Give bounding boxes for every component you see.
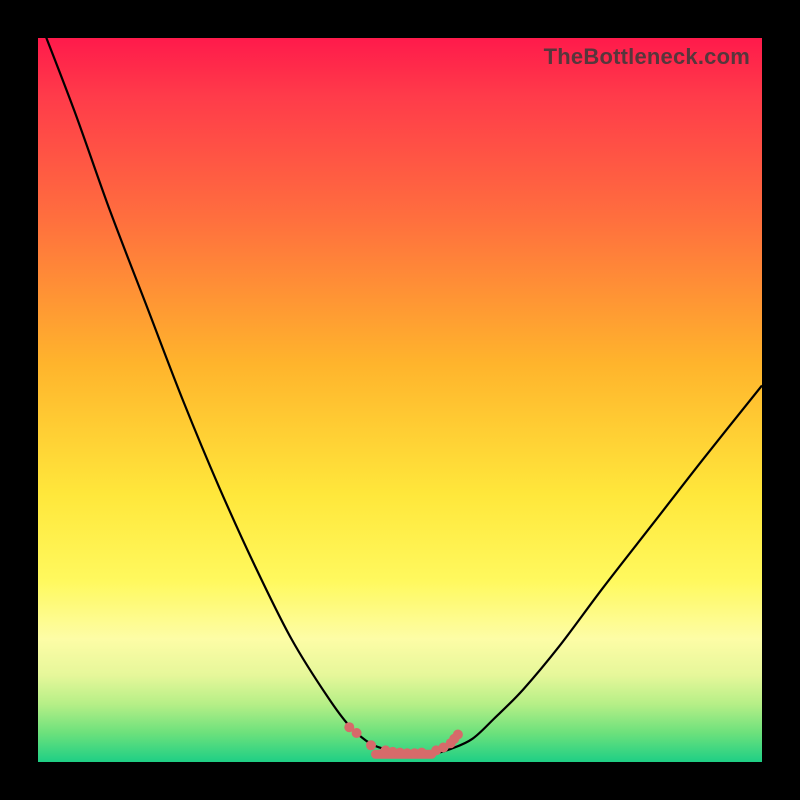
marker-dot xyxy=(453,730,463,740)
marker-dot xyxy=(366,740,376,750)
marker-dot xyxy=(352,728,362,738)
plot-area: TheBottleneck.com xyxy=(38,38,762,762)
optimal-range-markers xyxy=(344,722,463,759)
marker-dot xyxy=(417,748,427,758)
bottleneck-curve xyxy=(38,38,762,762)
curve-path xyxy=(38,38,762,755)
chart-frame: TheBottleneck.com xyxy=(0,0,800,800)
